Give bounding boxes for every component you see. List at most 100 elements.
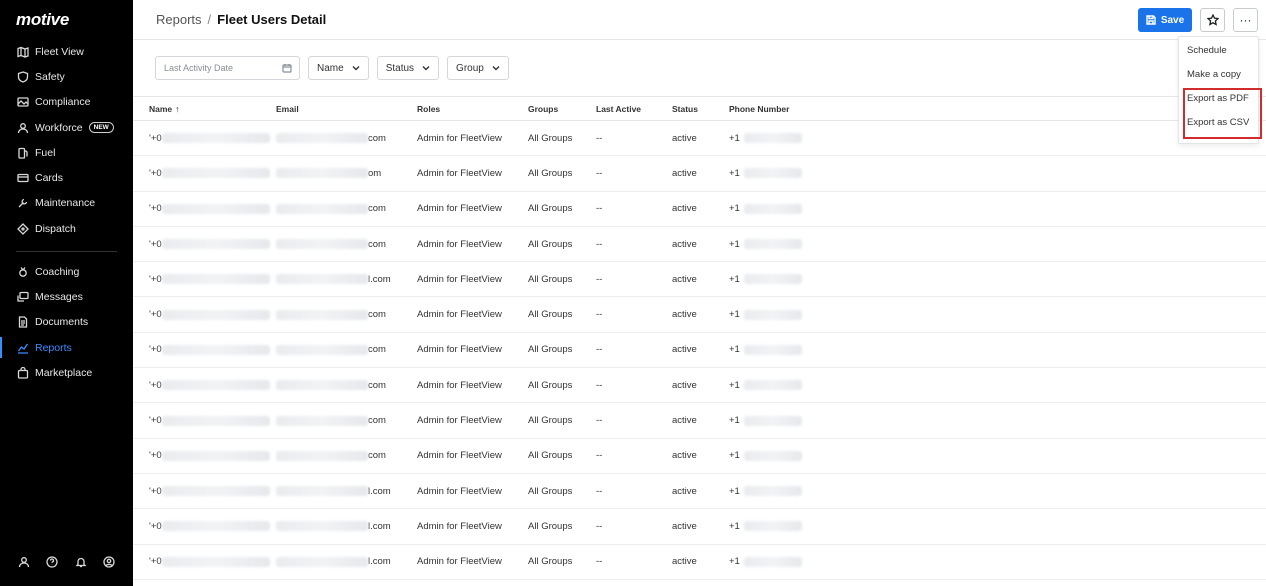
status-filter-dropdown[interactable]: Status (376, 56, 440, 80)
email-cell: om (276, 168, 417, 179)
email-suffix: l.com (368, 520, 391, 532)
sidebar-item-fuel[interactable]: Fuel (0, 140, 133, 165)
map-icon (17, 46, 29, 58)
account-icon[interactable] (103, 555, 115, 573)
help-icon[interactable] (46, 555, 59, 573)
sidebar-item-fleet-view[interactable]: Fleet View (0, 39, 133, 64)
save-button[interactable]: Save (1138, 8, 1192, 32)
sidebar-item-documents[interactable]: Documents (0, 310, 133, 335)
menu-item-schedule[interactable]: Schedule (1179, 38, 1258, 62)
redacted-name (161, 344, 270, 355)
phone-prefix: +1 (729, 132, 740, 144)
column-header-roles[interactable]: Roles (417, 104, 528, 114)
breadcrumb-reports-link[interactable]: Reports (156, 12, 202, 27)
name-prefix: '+0 (149, 415, 162, 427)
table-row[interactable]: '+0 com Admin for FleetView All Groups -- act… (133, 227, 1266, 263)
email-suffix: com (368, 203, 386, 215)
table-row[interactable]: '+0 l.com Admin for FleetView All Groups -- a… (133, 509, 1266, 545)
menu-item-export-pdf[interactable]: Export as PDF (1179, 86, 1258, 110)
name-filter-dropdown[interactable]: Name (308, 56, 369, 80)
redacted-phone (743, 556, 802, 567)
table-row[interactable]: '+0 l.com Admin for FleetView All Groups -- a… (133, 545, 1266, 580)
table-row[interactable]: '+0 om Admin for FleetView All Groups -- acti… (133, 156, 1266, 192)
motive-logo[interactable]: motive (16, 10, 69, 30)
last-active-cell: -- (596, 167, 603, 179)
last-activity-date-picker[interactable]: Last Activity Date (155, 56, 300, 80)
email-cell: com (276, 239, 417, 250)
phone-cell: +1 (729, 415, 849, 426)
role-cell: Admin for FleetView (417, 167, 502, 179)
redacted-name (161, 486, 270, 497)
status-cell: active (672, 203, 697, 215)
column-header-phone[interactable]: Phone Number (729, 104, 849, 114)
sidebar-item-label: Dispatch (35, 222, 76, 235)
sidebar-item-cards[interactable]: Cards (0, 165, 133, 190)
column-header-last-active[interactable]: Last Active (596, 104, 672, 114)
name-prefix: '+0 (149, 203, 162, 215)
role-cell: Admin for FleetView (417, 379, 502, 391)
redacted-name (161, 274, 270, 285)
table-row[interactable]: '+0 com Admin for FleetView All Groups -- act… (133, 192, 1266, 227)
phone-prefix: +1 (729, 379, 740, 391)
sidebar-item-compliance[interactable]: Compliance (0, 90, 133, 115)
table-row[interactable]: '+0 com Admin for FleetView All Groups -- act… (133, 297, 1266, 333)
column-header-groups[interactable]: Groups (528, 104, 596, 114)
sidebar-footer (0, 555, 133, 573)
table-row[interactable]: '+0 l.com Admin for FleetView All Groups -- a… (133, 474, 1266, 510)
sidebar-item-coaching[interactable]: Coaching (0, 259, 133, 284)
column-header-name[interactable]: Name ↑ (133, 104, 276, 114)
status-cell: active (672, 450, 697, 462)
sidebar-item-safety[interactable]: Safety (0, 64, 133, 89)
redacted-name (161, 521, 270, 532)
sidebar-item-maintenance[interactable]: Maintenance (0, 191, 133, 216)
group-filter-label: Group (456, 62, 484, 74)
name-cell: '+0 (133, 309, 276, 320)
phone-cell: +1 (729, 521, 849, 532)
phone-prefix: +1 (729, 556, 740, 568)
name-prefix: '+0 (149, 379, 162, 391)
sidebar-item-marketplace[interactable]: Marketplace (0, 360, 133, 385)
sidebar: motive Fleet View Safety Compliance Work… (0, 0, 133, 586)
name-prefix: '+0 (149, 556, 162, 568)
group-filter-dropdown[interactable]: Group (447, 56, 509, 80)
user-icon[interactable] (18, 555, 30, 573)
name-cell: '+0 (133, 415, 276, 426)
table-row[interactable]: '+0 com Admin for FleetView All Groups -- act… (133, 403, 1266, 439)
email-suffix: com (368, 415, 386, 427)
bell-icon[interactable] (75, 555, 87, 573)
table-row[interactable]: '+0 l.com Admin for FleetView All Groups -- a… (133, 262, 1266, 298)
table-row[interactable]: '+0 com Admin for FleetView All Groups -- act… (133, 333, 1266, 369)
redacted-phone (743, 486, 802, 497)
more-options-button[interactable]: ··· (1233, 8, 1258, 32)
person-icon (17, 122, 29, 134)
sidebar-item-messages[interactable]: Messages (0, 284, 133, 309)
favorite-button[interactable] (1200, 8, 1225, 32)
menu-item-make-copy[interactable]: Make a copy (1179, 62, 1258, 86)
column-header-status[interactable]: Status (672, 104, 729, 114)
status-cell: active (672, 556, 697, 568)
role-cell: Admin for FleetView (417, 309, 502, 321)
sidebar-item-label: Reports (35, 341, 72, 354)
role-cell: Admin for FleetView (417, 132, 502, 144)
table-row[interactable]: '+0 com Admin for FleetView All Groups -- act… (133, 121, 1266, 157)
table-row[interactable]: '+0 com Admin for FleetView All Groups -- act… (133, 439, 1266, 474)
name-cell: '+0 (133, 168, 276, 179)
sidebar-item-label: Cards (35, 172, 64, 185)
role-cell: Admin for FleetView (417, 415, 502, 427)
phone-cell: +1 (729, 168, 849, 179)
email-suffix: com (368, 238, 386, 250)
phone-prefix: +1 (729, 273, 740, 285)
table-row[interactable]: '+0 com Admin for FleetView All Groups -- act… (133, 368, 1266, 404)
menu-item-export-csv[interactable]: Export as CSV (1179, 110, 1258, 134)
chevron-down-icon (352, 66, 360, 71)
column-header-email[interactable]: Email (276, 104, 417, 114)
name-prefix: '+0 (149, 309, 162, 321)
sidebar-item-workforce[interactable]: Workforce NEW (0, 115, 133, 140)
sidebar-item-label: Coaching (35, 265, 80, 278)
phone-cell: +1 (729, 450, 849, 461)
sidebar-item-dispatch[interactable]: Dispatch (0, 216, 133, 241)
sidebar-item-reports[interactable]: Reports (0, 335, 133, 360)
users-table: Name ↑ Email Roles Groups Last Active Sta… (133, 96, 1266, 580)
phone-cell: +1 (729, 274, 849, 285)
status-cell: active (672, 415, 697, 427)
